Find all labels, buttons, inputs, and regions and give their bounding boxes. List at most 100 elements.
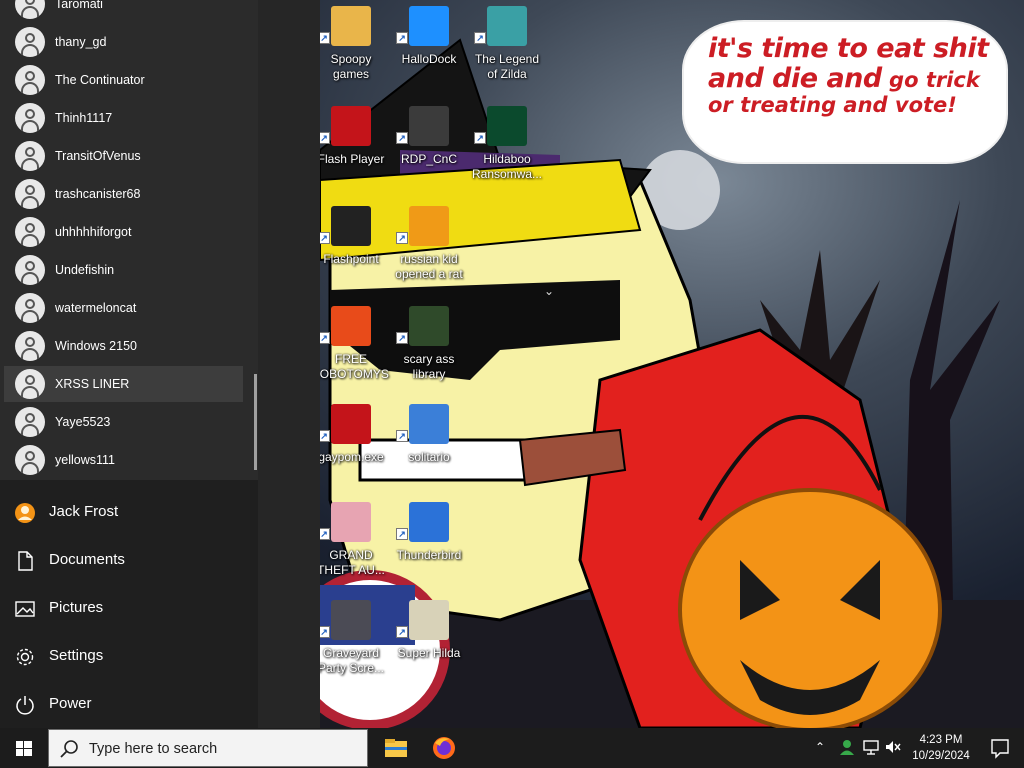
desktop-icon-label: Flashpoint [323,252,379,266]
desktop-icon[interactable]: ↗ The Legend of Zilda [468,0,546,92]
start-nav-power[interactable]: Power [0,680,258,728]
user-avatar-icon [15,179,45,209]
user-name: uhhhhhiforgot [55,225,132,239]
user-list-item[interactable]: Windows 2150 [4,328,243,364]
solitaire-icon [409,404,449,444]
taskbar: Type here to search ⌃ 4:23 PM 10/29/2024 [0,728,1024,768]
desktop-icon[interactable]: ↗ RDP_CnC [390,100,468,192]
notification-center-button[interactable] [980,728,1020,768]
taskbar-app-firefox[interactable] [420,728,468,768]
user-list-item[interactable]: TransitOfVenus [4,138,243,174]
user-list-item[interactable]: trashcanister68 [4,176,243,212]
search-placeholder: Type here to search [89,741,218,757]
clock-date: 10/29/2024 [912,750,970,762]
user-name: TransitOfVenus [55,149,141,163]
user-avatar-icon [15,103,45,133]
pictures-icon [14,598,36,620]
desktop-icon[interactable]: ↗ GRAND THEFT AU... [312,496,390,588]
desktop-icon[interactable]: ↗ Flashpoint [312,200,390,292]
user-list-item[interactable]: watermeloncat [4,290,243,326]
chevron-down-icon[interactable]: ⌄ [544,284,560,300]
desktop-icon[interactable]: ↗ gaypom.exe [312,398,390,490]
user-list[interactable]: Taromati thany_gd The Continuator Thinh1117… [0,0,258,480]
desktop-icon-label: Flash Player [317,152,385,166]
user-list-item[interactable]: Taromati [4,0,243,22]
start-nav-jack-frost[interactable]: Jack Frost [0,488,258,536]
desktop-icon-label: Hildaboo Ransomwa... [471,152,543,181]
start-nav-label: Power [49,695,92,712]
taskbar-app-file-explorer[interactable] [372,728,420,768]
graveyard-icon [331,600,371,640]
bubble-line-1: it's time to eat shit [708,33,989,64]
flash-icon [331,404,371,444]
people-icon[interactable] [838,738,856,756]
user-avatar-icon [15,407,45,437]
desktop-icon-label: Graveyard Party Scre... [317,646,385,675]
start-menu-side-pane: ⌄ [258,0,554,728]
remote-desktop-icon [409,106,449,146]
desktop-icon[interactable]: ↗ Spoopy games [312,0,390,92]
user-list-item[interactable]: uhhhhhiforgot [4,214,243,250]
gear-icon [14,646,36,668]
user-avatar-icon [14,502,36,524]
desktop-icon[interactable]: ↗ scary ass library [390,300,468,392]
shortcut-arrow-icon: ↗ [474,32,486,44]
desktop-icon-label: GRAND THEFT AU... [317,548,385,577]
user-list-item[interactable]: Yaye5523 [4,404,243,440]
user-list-item[interactable]: The Continuator [4,62,243,98]
user-list-item[interactable]: Undefishin [4,252,243,288]
desktop-icon-label: RDP_CnC [400,152,457,166]
desktop-icon[interactable]: ↗ FREE LOBOTOMYS [312,300,390,392]
desktop-icon-label: russian kid opened a rat [395,252,463,281]
user-list-item[interactable]: thany_gd [4,24,243,60]
bubble-line-2-big: and die and [708,63,882,95]
desktop-icon-label: scary ass library [403,352,455,381]
start-nav-documents[interactable]: Documents [0,536,258,584]
user-avatar-icon [15,217,45,247]
shortcut-arrow-icon: ↗ [396,528,408,540]
user-name: Yaye5523 [55,415,111,429]
user-list-item[interactable]: XRSS LINER [4,366,243,402]
network-icon[interactable] [862,738,880,756]
desktop-icon[interactable]: ↗ solitario [390,398,468,490]
desktop-icon[interactable]: ↗ Graveyard Party Scre... [312,594,390,686]
thunderbird-icon [409,502,449,542]
de-app-icon [409,206,449,246]
flash-icon [331,106,371,146]
shortcut-arrow-icon: ↗ [474,132,486,144]
user-avatar-icon [15,27,45,57]
desktop-icon-label: Spoopy games [330,52,372,81]
volume-muted-icon[interactable] [884,738,902,756]
shortcut-arrow-icon: ↗ [396,430,408,442]
user-avatar-icon [15,65,45,95]
desktop-icon[interactable]: ↗ Hildaboo Ransomwa... [468,100,546,192]
bubble-line-3: or treating and vote! [708,93,957,118]
user-avatar-icon [15,255,45,285]
system-clock[interactable]: 4:23 PM 10/29/2024 [906,732,976,764]
desktop-icon-label: solitario [408,450,450,464]
tray-overflow-chevron-icon[interactable]: ⌃ [815,740,825,754]
start-nav-pictures[interactable]: Pictures [0,584,258,632]
desktop-icon[interactable]: ↗ Thunderbird [390,496,468,588]
user-list-item[interactable]: yellows111 [4,442,243,478]
desktop-icon-label: gaypom.exe [318,450,384,464]
document-icon [14,550,36,572]
desktop-icon[interactable]: ↗ HalloDock [390,0,468,92]
user-list-item[interactable]: Thinh1117 [4,100,243,136]
user-name: Undefishin [55,263,115,277]
windows-logo-icon [409,6,449,46]
search-box[interactable]: Type here to search [48,729,368,767]
desktop-icon[interactable]: ↗ Super Hilda [390,594,468,686]
shortcut-arrow-icon: ↗ [396,332,408,344]
start-nav-settings[interactable]: Settings [0,632,258,680]
desktop-icon[interactable]: ↗ Flash Player [312,100,390,192]
lobotomy-icon [331,306,371,346]
ransomware-icon [487,106,527,146]
desktop-icon[interactable]: ↗ russian kid opened a rat [390,200,468,292]
start-button[interactable] [0,728,48,768]
desktop-icon-label: Super Hilda [397,646,461,660]
power-icon [14,694,36,716]
start-nav-label: Documents [49,551,125,568]
shortcut-arrow-icon: ↗ [396,132,408,144]
user-list-scrollbar[interactable] [254,374,257,470]
